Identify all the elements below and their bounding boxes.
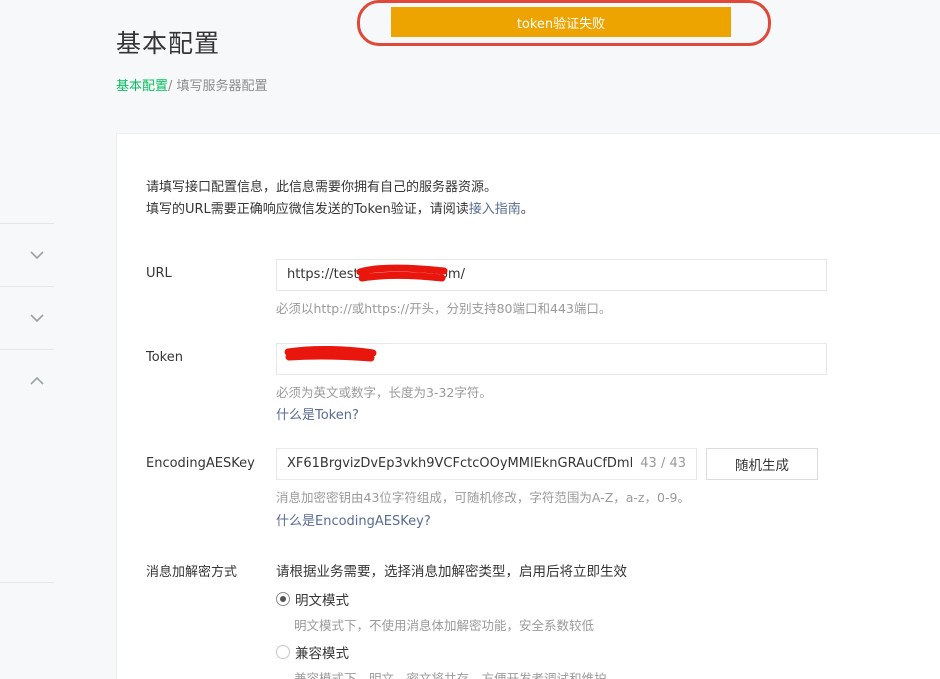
token-hint: 必须为英文或数字，长度为3-32字符。 bbox=[276, 385, 492, 400]
encryption-description: 请根据业务需要，选择消息加解密类型，启用后将立即生效 bbox=[276, 564, 627, 580]
radio-unchecked-icon[interactable] bbox=[276, 645, 290, 659]
guide-link[interactable]: 接入指南 bbox=[469, 202, 521, 217]
chevron-down-icon[interactable] bbox=[28, 309, 46, 327]
radio-checked-icon[interactable] bbox=[276, 592, 290, 606]
compatible-mode-hint: 兼容模式下，明文、密文将共存，方便开发者调试和维护 bbox=[294, 671, 607, 679]
intro-line-1: 请填写接口配置信息，此信息需要你拥有自己的服务器资源。 bbox=[146, 180, 498, 195]
aes-key-value: XF61BrgvizDvEp3vkh9VCFctcOOyMMlEknGRAuCf… bbox=[287, 456, 634, 471]
error-toast: token验证失败 bbox=[391, 7, 731, 37]
generate-random-button[interactable]: 随机生成 bbox=[706, 448, 818, 480]
url-label: URL bbox=[146, 266, 172, 281]
aes-key-help-link[interactable]: 什么是EncodingAESKey? bbox=[276, 510, 431, 529]
sidebar-divider bbox=[0, 582, 54, 583]
token-label: Token bbox=[146, 350, 183, 365]
intro-line-2: 填写的URL需要正确响应微信发送的Token验证，请阅读接入指南。 bbox=[146, 199, 534, 221]
sidebar-divider bbox=[0, 349, 54, 350]
intro-line-2-suffix: 。 bbox=[520, 202, 534, 217]
aes-key-input[interactable]: XF61BrgvizDvEp3vkh9VCFctcOOyMMlEknGRAuCf… bbox=[276, 448, 697, 480]
radio-plaintext-mode[interactable]: 明文模式 bbox=[276, 589, 349, 609]
breadcrumb-item-server-config: / 填写服务器配置 bbox=[168, 79, 268, 94]
breadcrumb: 基本配置/ 填写服务器配置 bbox=[116, 75, 268, 94]
radio-label: 兼容模式 bbox=[295, 646, 349, 662]
chevron-up-icon[interactable] bbox=[28, 372, 46, 390]
url-value: https://test. bbox=[287, 267, 363, 282]
intro-text: 请填写接口配置信息，此信息需要你拥有自己的服务器资源。 填写的URL需要正确响应… bbox=[146, 177, 534, 221]
breadcrumb-item-basic-config[interactable]: 基本配置 bbox=[116, 79, 168, 94]
encryption-label: 消息加解密方式 bbox=[146, 565, 238, 580]
sidebar-divider bbox=[0, 223, 54, 224]
radio-label: 明文模式 bbox=[295, 593, 349, 609]
url-input[interactable]: https://test. .com/ bbox=[276, 259, 827, 291]
token-help-link[interactable]: 什么是Token? bbox=[276, 404, 359, 423]
intro-line-2-text: 填写的URL需要正确响应微信发送的Token验证，请阅读 bbox=[146, 202, 469, 217]
sidebar-divider bbox=[0, 286, 54, 287]
token-input[interactable] bbox=[276, 343, 827, 375]
aes-key-hint: 消息加密密钥由43位字符组成，可随机修改，字符范围为A-Z，a-z，0-9。 bbox=[276, 490, 690, 505]
url-hint: 必须以http://或https://开头，分别支持80端口和443端口。 bbox=[276, 301, 612, 316]
chevron-down-icon[interactable] bbox=[28, 246, 46, 264]
aes-key-count: 43 / 43 bbox=[640, 456, 686, 471]
url-value-suffix: .com/ bbox=[428, 267, 465, 282]
radio-compatible-mode[interactable]: 兼容模式 bbox=[276, 642, 349, 662]
page-title: 基本配置 bbox=[116, 29, 221, 58]
plaintext-mode-hint: 明文模式下，不使用消息体加解密功能，安全系数较低 bbox=[294, 618, 595, 633]
aes-key-label: EncodingAESKey bbox=[146, 456, 255, 471]
sidebar bbox=[0, 0, 54, 679]
